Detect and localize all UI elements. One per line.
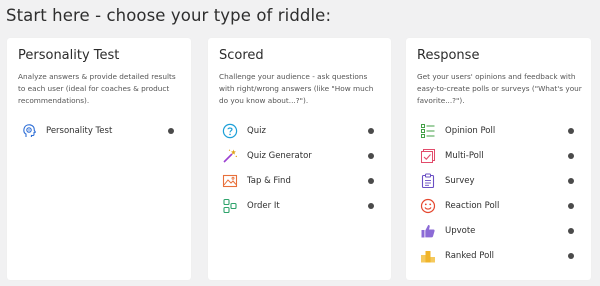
option-label: Tap & Find	[247, 176, 291, 186]
option-label: Quiz Generator	[247, 151, 312, 161]
scored-card: Scored Challenge your audience - ask que…	[208, 38, 391, 280]
option-label: Opinion Poll	[445, 126, 496, 136]
card-title: Response	[417, 48, 480, 63]
info-icon[interactable]	[568, 203, 574, 209]
personality-test-option[interactable]: Personality Test	[20, 121, 112, 141]
survey-option[interactable]: Survey	[419, 171, 475, 191]
thumbs-up-icon	[419, 222, 437, 240]
card-description: Get your users' opinions and feedback wi…	[417, 72, 582, 105]
option-label: Quiz	[247, 126, 266, 136]
response-card: Response Get your users' opinions and fe…	[406, 38, 591, 280]
option-label: Ranked Poll	[445, 251, 495, 261]
card-title: Scored	[219, 48, 264, 63]
personality-test-card: Personality Test Analyze answers & provi…	[7, 38, 191, 280]
question-icon	[221, 122, 239, 140]
info-icon[interactable]	[368, 203, 374, 209]
option-label: Reaction Poll	[445, 201, 500, 211]
order-blocks-icon	[221, 197, 239, 215]
card-description: Challenge your audience - ask questions …	[219, 72, 374, 105]
multi-check-icon	[419, 147, 437, 165]
option-label: Order It	[247, 201, 280, 211]
info-icon[interactable]	[368, 178, 374, 184]
upvote-option[interactable]: Upvote	[419, 221, 475, 241]
info-icon[interactable]	[568, 228, 574, 234]
reaction-poll-option[interactable]: Reaction Poll	[419, 196, 499, 216]
tap-and-find-option[interactable]: Tap & Find	[221, 171, 291, 191]
info-icon[interactable]	[568, 253, 574, 259]
info-icon[interactable]	[368, 128, 374, 134]
image-tap-icon	[221, 172, 239, 190]
info-icon[interactable]	[368, 153, 374, 159]
card-description: Analyze answers & provide detailed resul…	[18, 72, 176, 105]
magic-wand-icon	[221, 147, 239, 165]
list-check-icon	[419, 122, 437, 140]
page-title: Start here - choose your type of riddle:	[6, 6, 332, 25]
info-icon[interactable]	[568, 178, 574, 184]
head-gear-icon	[20, 122, 38, 140]
info-icon[interactable]	[168, 128, 174, 134]
option-label: Multi-Poll	[445, 151, 484, 161]
quiz-option[interactable]: Quiz	[221, 121, 266, 141]
smiley-icon	[419, 197, 437, 215]
opinion-poll-option[interactable]: Opinion Poll	[419, 121, 495, 141]
ranked-poll-option[interactable]: Ranked Poll	[419, 246, 494, 266]
info-icon[interactable]	[568, 153, 574, 159]
clipboard-icon	[419, 172, 437, 190]
card-title: Personality Test	[18, 48, 120, 63]
option-label: Upvote	[445, 226, 476, 236]
order-it-option[interactable]: Order It	[221, 196, 280, 216]
info-icon[interactable]	[568, 128, 574, 134]
multi-poll-option[interactable]: Multi-Poll	[419, 146, 484, 166]
option-label: Personality Test	[46, 126, 113, 136]
podium-icon	[419, 247, 437, 265]
quiz-generator-option[interactable]: Quiz Generator	[221, 146, 312, 166]
option-label: Survey	[445, 176, 475, 186]
